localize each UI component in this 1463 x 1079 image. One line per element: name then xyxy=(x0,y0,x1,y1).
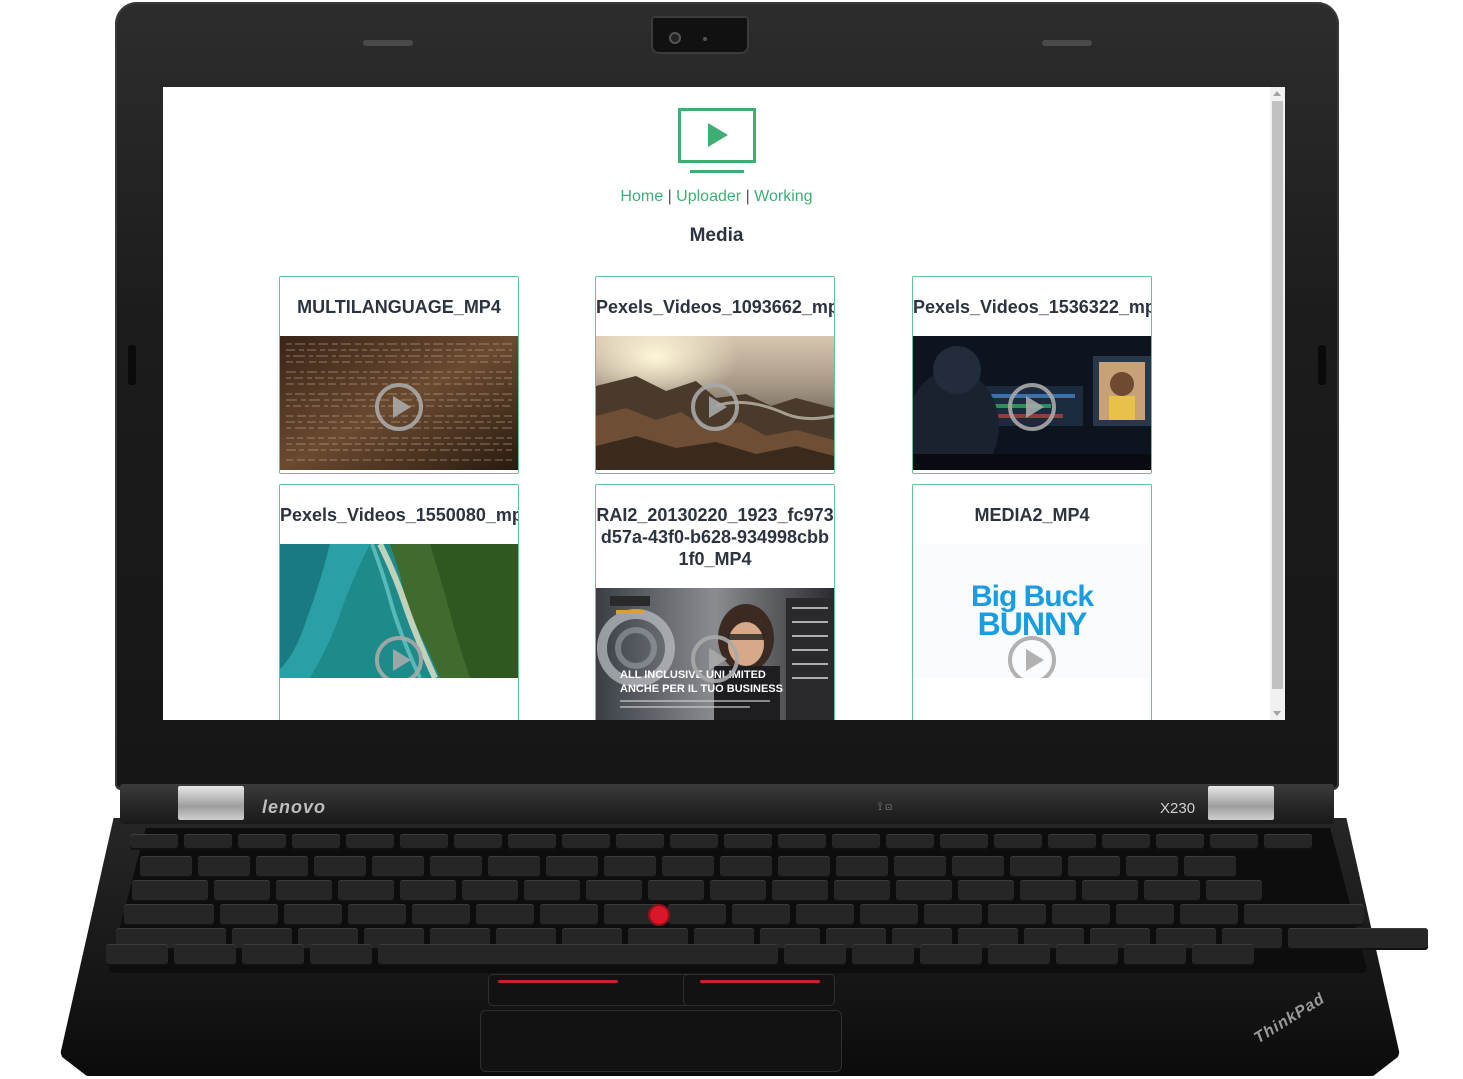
play-icon[interactable] xyxy=(374,382,424,432)
webcam-housing xyxy=(651,16,749,54)
keyboard-row-home xyxy=(124,904,1364,926)
bezel-side-left xyxy=(128,345,136,385)
laptop-brand-logo: lenovo xyxy=(262,797,327,817)
scroll-up-arrow-icon[interactable] xyxy=(1273,91,1281,96)
laptop-model-label: X230 xyxy=(1160,800,1196,817)
lid-latch-right xyxy=(1042,40,1092,46)
media-title: MEDIA2_MP4 xyxy=(974,505,1090,525)
keyboard-row-function xyxy=(130,834,1312,850)
media-thumbnail[interactable]: Big Buck BUNNY xyxy=(913,544,1151,678)
media-thumbnail[interactable] xyxy=(913,336,1151,470)
media-title: Pexels_Videos_1550080_mp4 xyxy=(280,505,518,525)
tv-play-logo-icon[interactable] xyxy=(678,108,756,176)
media-title: RAI2_20130220_1923_fc973d57a-43f0-b628-9… xyxy=(596,505,834,569)
nav-working-link[interactable]: Working xyxy=(754,188,812,205)
play-icon[interactable] xyxy=(1007,635,1057,678)
trackpoint-right-accent xyxy=(700,980,820,983)
scroll-thumb[interactable] xyxy=(1272,101,1283,689)
media-title: Pexels_Videos_1093662_mp4 xyxy=(596,297,834,317)
media-card[interactable]: MEDIA2_MP4 Big Buck BUNNY xyxy=(912,484,1152,720)
keyboard-row-space xyxy=(106,944,1254,966)
play-icon[interactable] xyxy=(1007,382,1057,432)
media-thumbnail[interactable]: ALL INCLUSIVE UNLIMITED ANCHE PER IL TUO… xyxy=(596,588,834,720)
lid-latch-left xyxy=(363,40,413,46)
scroll-down-arrow-icon[interactable] xyxy=(1273,711,1281,716)
main-nav: Home | Uploader | Working xyxy=(163,188,1270,206)
hinge-chrome-right xyxy=(1208,786,1274,820)
ad-headline-line2: ANCHE PER IL TUO BUSINESS xyxy=(620,683,783,695)
media-card[interactable]: Pexels_Videos_1536322_mp4 xyxy=(912,276,1152,474)
media-card[interactable]: RAI2_20130220_1923_fc973d57a-43f0-b628-9… xyxy=(595,484,835,720)
media-thumbnail[interactable] xyxy=(596,336,834,470)
keyboard-row-qwerty xyxy=(132,880,1262,902)
media-card[interactable]: MULTILANGUAGE_MP4 xyxy=(279,276,519,474)
webcam-icon xyxy=(669,32,681,44)
page-title: Media xyxy=(689,225,744,246)
trackpoint[interactable] xyxy=(648,904,670,926)
trackpoint-buttons-right[interactable] xyxy=(683,974,835,1006)
touchpad[interactable] xyxy=(480,1010,842,1072)
play-icon[interactable] xyxy=(690,382,740,432)
trackpoint-left-accent xyxy=(498,980,618,983)
status-led-icon: ⟟ ⊡ xyxy=(878,801,893,813)
hinge-chrome-left xyxy=(178,786,244,820)
browser-viewport: Home | Uploader | Working Media MULTILAN… xyxy=(163,87,1285,720)
media-thumbnail[interactable] xyxy=(280,544,518,678)
nav-separator: | xyxy=(667,188,672,205)
play-icon[interactable] xyxy=(374,635,424,678)
media-card[interactable]: Pexels_Videos_1550080_mp4 xyxy=(279,484,519,720)
keyboard-row-numbers xyxy=(140,856,1236,878)
media-title: Pexels_Videos_1536322_mp4 xyxy=(913,297,1151,317)
nav-home-link[interactable]: Home xyxy=(620,188,663,205)
play-icon[interactable] xyxy=(690,634,740,684)
vertical-scrollbar[interactable] xyxy=(1270,87,1285,720)
bezel-side-right xyxy=(1318,345,1326,385)
media-title: MULTILANGUAGE_MP4 xyxy=(297,297,501,317)
media-card[interactable]: Pexels_Videos_1093662_mp4 xyxy=(595,276,835,474)
nav-separator: | xyxy=(745,188,750,205)
webcam-led xyxy=(703,37,707,41)
nav-uploader-link[interactable]: Uploader xyxy=(676,188,741,205)
media-thumbnail[interactable] xyxy=(280,336,518,470)
